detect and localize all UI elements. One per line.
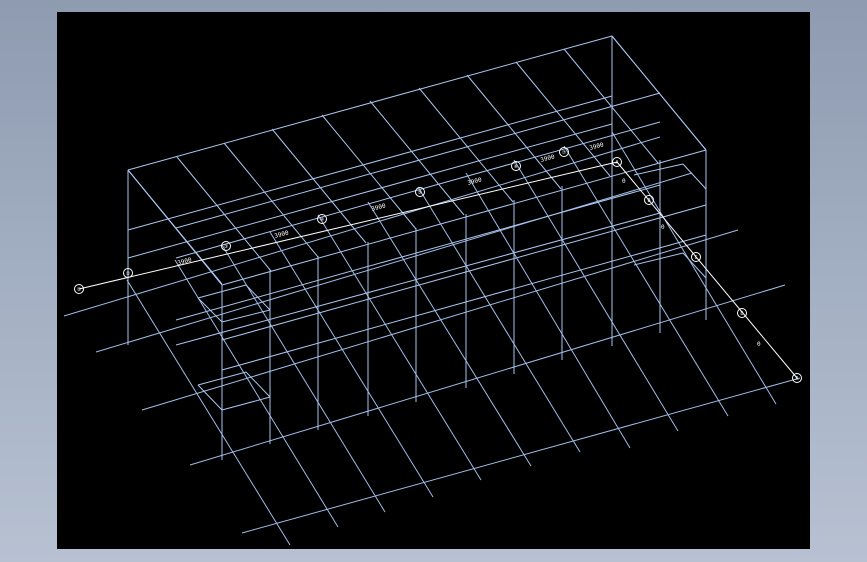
frame-beam-2 (175, 92, 661, 229)
dimension-label: 3900 (177, 256, 193, 267)
stair-line-8 (633, 163, 684, 176)
dimension-label: 3900 (589, 141, 605, 152)
axis-bubble-1: ① (74, 284, 84, 294)
dimension-label-short: 0 (757, 341, 761, 348)
stair-line-6 (197, 384, 223, 411)
grid-line-short-4 (317, 214, 482, 481)
grid-line-long-4 (241, 377, 801, 534)
svg-text:⑦: ⑦ (562, 150, 567, 156)
svg-text:②: ② (126, 271, 131, 277)
axis-bubble-letter-0: A (612, 157, 622, 167)
svg-text:B: B (647, 198, 650, 204)
axis-bubble-letter-1: B (644, 195, 654, 205)
svg-text:A: A (795, 376, 798, 382)
dimension-label-short: 0 (661, 224, 665, 231)
stair-line-5 (245, 371, 271, 398)
dimension-line-long (78, 161, 618, 290)
frame-beam-5 (221, 234, 707, 371)
dimension-label: 3900 (274, 229, 290, 240)
svg-text:④: ④ (320, 217, 325, 223)
svg-text:⑥: ⑥ (514, 164, 519, 170)
dimension-label-short: 0 (622, 178, 626, 185)
grid-line-short-0 (126, 279, 291, 546)
frame-bay-9 (563, 48, 659, 164)
frame-beam-7 (175, 212, 661, 346)
svg-text:A: A (615, 160, 618, 166)
cad-viewport[interactable]: 3900 3900 3900 3900 3900 3900 0 0 0 ①②③④⑤⑥⑦ABCDA (57, 12, 810, 549)
frame-bay-5 (369, 100, 465, 216)
floor-grid (63, 131, 801, 546)
svg-text:③: ③ (224, 244, 229, 250)
axis-bubble-5: ⑤ (415, 187, 425, 197)
svg-text:⑤: ⑤ (418, 190, 423, 196)
axis-bubble-4: ④ (317, 214, 327, 224)
stair-line-9 (682, 163, 707, 190)
frame-top-front (221, 149, 707, 286)
axis-bubble-letter-4: A (792, 373, 802, 383)
frame-beam-1 (127, 123, 613, 259)
svg-text:D: D (740, 311, 743, 317)
dimension-line-short (616, 161, 798, 379)
dimension-label: 3900 (371, 202, 387, 213)
frame-bay-0 (127, 169, 223, 285)
svg-text:①: ① (77, 287, 82, 293)
wireframe-drawing: 390039003900390039003900000 ①②③④⑤⑥⑦ABCDA (63, 35, 802, 546)
stair-line-2 (197, 297, 223, 323)
grid-line-long-3 (189, 284, 786, 466)
axis-bubble-letter-2: C (691, 252, 701, 262)
axis-bubble-3: ③ (221, 241, 231, 251)
axis-bubble-letter-3: D (737, 308, 747, 318)
frame-beam-6 (175, 184, 661, 321)
frame-top-back (127, 35, 613, 171)
frame-bay-6 (418, 87, 514, 203)
svg-text:C: C (694, 255, 697, 261)
